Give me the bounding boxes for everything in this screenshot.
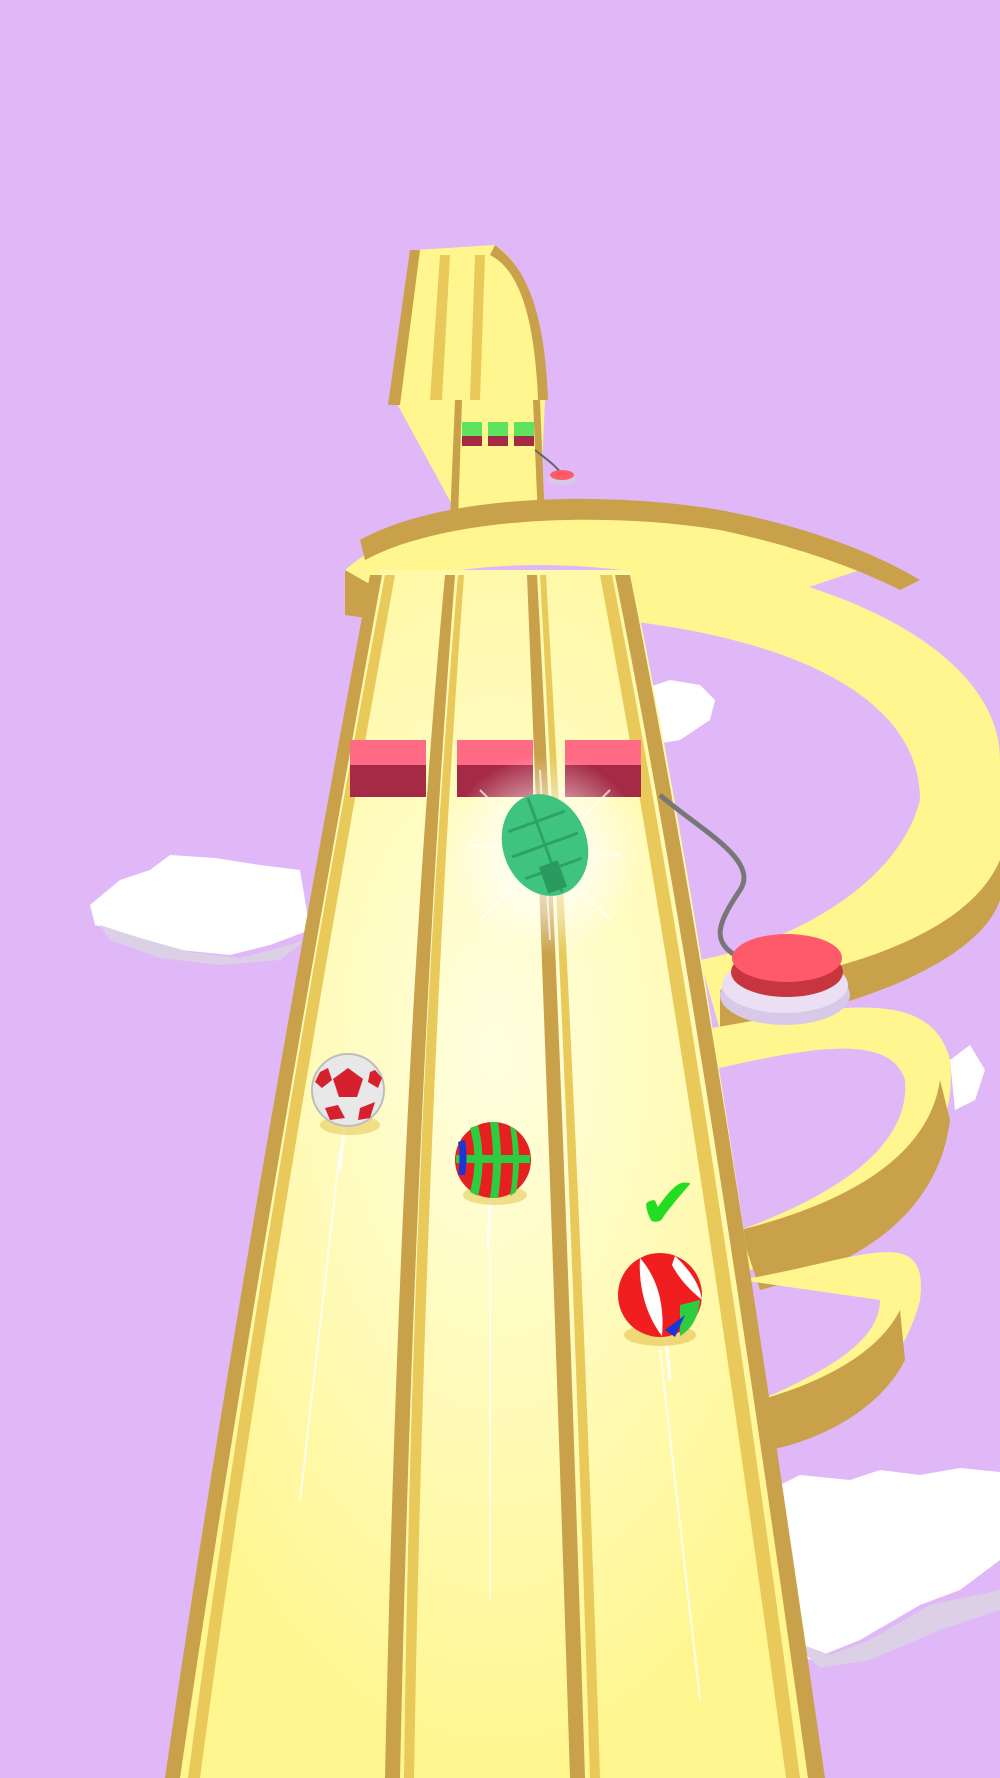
grenade-powerup[interactable] <box>445 755 645 955</box>
beach-ball[interactable] <box>618 1253 702 1346</box>
distant-barrier-row <box>462 422 534 446</box>
check-indicator-icon: ✔ <box>638 1161 698 1245</box>
soccer-ball <box>311 1053 385 1135</box>
barrier-block-left <box>350 740 426 797</box>
striped-ball <box>455 1122 531 1205</box>
game-scene[interactable]: ✔ <box>0 0 1000 1778</box>
